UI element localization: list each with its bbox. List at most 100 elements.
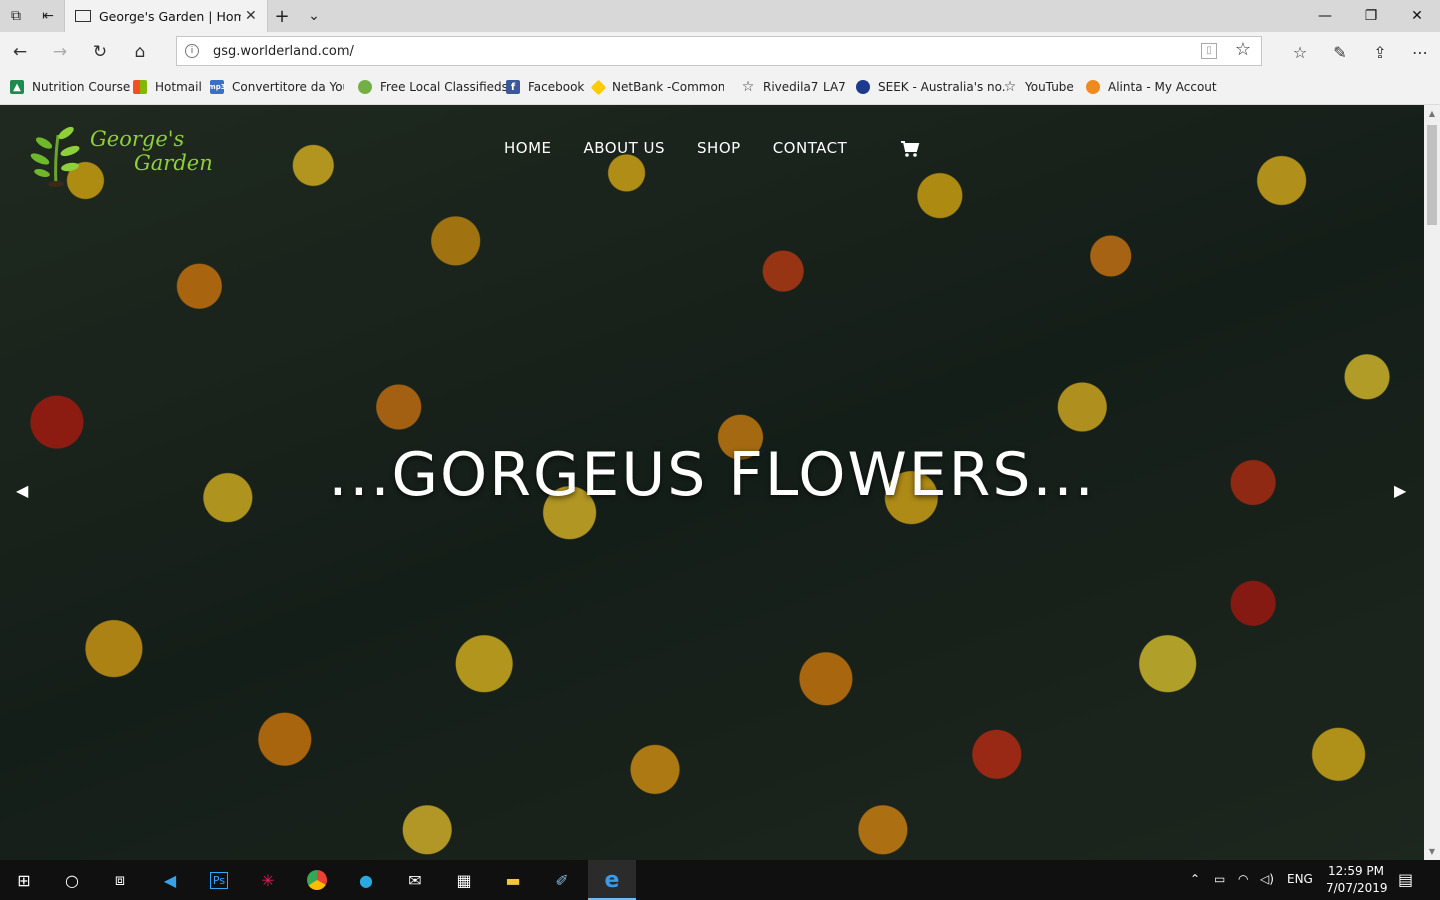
vscode-icon[interactable]: ◀ — [156, 866, 184, 894]
tab-list-chevron-icon[interactable]: ⌄ — [304, 6, 324, 26]
reading-view-icon[interactable]: ▯ — [1201, 43, 1217, 59]
plant-logo-icon — [30, 126, 80, 187]
action-center-icon[interactable]: ▤ — [1398, 870, 1413, 889]
hero-title: ...GORGEUS FLOWERS... — [328, 440, 1096, 510]
web-note-pen-icon[interactable]: ✎ — [1328, 40, 1352, 64]
commbank-icon — [590, 79, 607, 95]
edge-browser-icon[interactable]: e — [598, 866, 626, 894]
favorites-bar: ▲ Nutrition Course Hotmail mp3 Convertit… — [0, 72, 1440, 105]
favorite-label: Facebook — [528, 80, 585, 94]
windows-taskbar: ⊞ ○ ⧈ ◀ Ps ✳ ● ✉ ▦ ▬ ✐ e ⌃ ▭ ◠ ◁) ENG 12… — [0, 860, 1440, 900]
favorite-youtube[interactable]: ☆ YouTube — [1003, 79, 1074, 95]
mail-icon[interactable]: ✉ — [401, 866, 429, 894]
slack-icon[interactable]: ✳ — [254, 866, 282, 894]
gumtree-icon — [358, 80, 372, 94]
scroll-down-icon[interactable]: ▼ — [1424, 847, 1440, 856]
scrollbar-thumb[interactable] — [1427, 125, 1437, 225]
favorite-netbank[interactable]: NetBank -Commonw — [590, 79, 724, 95]
site-navigation: HOME ABOUT US SHOP CONTACT — [504, 139, 879, 157]
more-options-icon[interactable]: ⋯ — [1408, 40, 1432, 64]
page-scrollbar[interactable]: ▲ ▼ — [1424, 105, 1440, 860]
show-hidden-icons-chevron-icon[interactable]: ⌃ — [1190, 872, 1200, 886]
favorite-label: NetBank -Commonw — [612, 80, 724, 94]
hero-slider: George's Garden HOME ABOUT US SHOP CONTA… — [0, 105, 1424, 860]
clock-date[interactable]: 7/07/2019 — [1326, 881, 1388, 895]
photoshop-badge: Ps — [209, 871, 229, 889]
logo-text: George's Garden — [90, 127, 213, 175]
task-view-icon[interactable]: ⧈ — [106, 866, 134, 894]
favorite-alinta[interactable]: Alinta - My Accout — [1086, 80, 1217, 94]
minimize-window-icon[interactable]: — — [1302, 0, 1348, 32]
favorite-hotmail[interactable]: Hotmail — [133, 80, 202, 94]
shopping-cart-icon[interactable] — [900, 139, 920, 159]
favorite-convertitore[interactable]: mp3 Convertitore da Youtı — [208, 80, 344, 94]
favorite-rivedila7[interactable]: ☆ Rivedila7 — [741, 79, 819, 95]
add-favorite-star-icon[interactable]: ☆ — [1235, 39, 1251, 60]
new-tab-icon[interactable]: + — [272, 6, 292, 27]
forward-icon[interactable]: → — [48, 40, 72, 64]
set-tabs-aside-icon[interactable]: ⇤ — [38, 6, 58, 26]
search-cortana-icon[interactable]: ○ — [58, 866, 86, 894]
favorite-label: Alinta - My Accout — [1108, 80, 1217, 94]
star-icon: ☆ — [741, 79, 755, 95]
refresh-icon[interactable]: ↻ — [88, 40, 112, 64]
favorite-label: LA7 — [823, 80, 846, 94]
battery-icon[interactable]: ▭ — [1214, 872, 1225, 886]
favorite-label: Convertitore da Youtı — [232, 80, 344, 94]
tab-title: George's Garden | Hom — [99, 8, 241, 24]
paint-icon[interactable]: ✐ — [548, 866, 576, 894]
chrome-logo — [307, 870, 327, 890]
windows-logo-icon — [133, 80, 147, 94]
seek-icon — [856, 80, 870, 94]
favorite-label: Hotmail — [155, 80, 202, 94]
slider-next-arrow-icon[interactable]: ▶ — [1394, 481, 1406, 500]
logo-line-1: George's — [90, 127, 185, 151]
nav-home[interactable]: HOME — [504, 139, 552, 157]
app-drop-icon[interactable]: ● — [352, 866, 380, 894]
favorite-label: Free Local Classifieds — [380, 80, 508, 94]
chrome-icon[interactable] — [303, 866, 331, 894]
favorite-facebook[interactable]: f Facebook — [506, 80, 584, 94]
file-explorer-icon[interactable]: ▬ — [499, 866, 527, 894]
favorite-label: Nutrition Course — [32, 80, 131, 94]
calculator-icon[interactable]: ▦ — [450, 866, 478, 894]
browser-tab-active[interactable]: George's Garden | Hom ✕ — [64, 0, 268, 32]
share-icon[interactable]: ⇪ — [1368, 40, 1392, 64]
favorites-hub-icon[interactable]: ☆ — [1288, 40, 1312, 64]
favorite-label: SEEK - Australia's no. — [878, 80, 1006, 94]
favorite-seek[interactable]: SEEK - Australia's no. — [856, 80, 1006, 94]
address-bar[interactable]: i gsg.worlderland.com/ ▯ ☆ — [176, 36, 1262, 66]
favorite-nutrition-course[interactable]: ▲ Nutrition Course — [10, 80, 130, 94]
input-language[interactable]: ENG — [1287, 872, 1313, 886]
tab-preview-icon[interactable]: ⧉ — [6, 6, 26, 26]
scroll-up-icon[interactable]: ▲ — [1424, 109, 1440, 118]
clock-time[interactable]: 12:59 PM — [1328, 864, 1384, 878]
restore-window-icon[interactable]: ❐ — [1348, 0, 1394, 32]
site-info-icon[interactable]: i — [185, 44, 199, 58]
close-window-icon[interactable]: ✕ — [1394, 0, 1440, 32]
browser-nav-bar: ← → ↻ ⌂ i gsg.worlderland.com/ ▯ ☆ ☆ ✎ ⇪… — [0, 32, 1440, 72]
graduation-cap-icon: ▲ — [10, 80, 24, 94]
page-favicon-icon — [75, 10, 91, 22]
start-windows-icon[interactable]: ⊞ — [10, 866, 38, 894]
nav-shop[interactable]: SHOP — [697, 139, 741, 157]
url-text[interactable]: gsg.worlderland.com/ — [213, 44, 354, 59]
logo-line-2: Garden — [134, 151, 213, 175]
nav-about-us[interactable]: ABOUT US — [584, 139, 666, 157]
browser-title-bar: ⧉ ⇤ George's Garden | Hom ✕ + ⌄ — ❐ ✕ — [0, 0, 1440, 32]
favorite-label: Rivedila7 — [763, 80, 819, 94]
star-icon: ☆ — [1003, 79, 1017, 95]
back-icon[interactable]: ← — [8, 40, 32, 64]
home-icon[interactable]: ⌂ — [128, 40, 152, 64]
favorite-free-local-classifieds[interactable]: Free Local Classifieds — [358, 80, 508, 94]
alinta-icon — [1086, 80, 1100, 94]
close-tab-icon[interactable]: ✕ — [245, 8, 257, 24]
wifi-icon[interactable]: ◠ — [1238, 872, 1248, 886]
nav-contact[interactable]: CONTACT — [773, 139, 848, 157]
site-logo[interactable]: George's Garden — [28, 117, 228, 189]
photoshop-icon[interactable]: Ps — [205, 866, 233, 894]
mp3-icon: mp3 — [208, 80, 226, 94]
volume-icon[interactable]: ◁) — [1260, 872, 1274, 886]
favorite-la7[interactable]: LA7 — [823, 80, 846, 94]
facebook-icon: f — [506, 80, 520, 94]
